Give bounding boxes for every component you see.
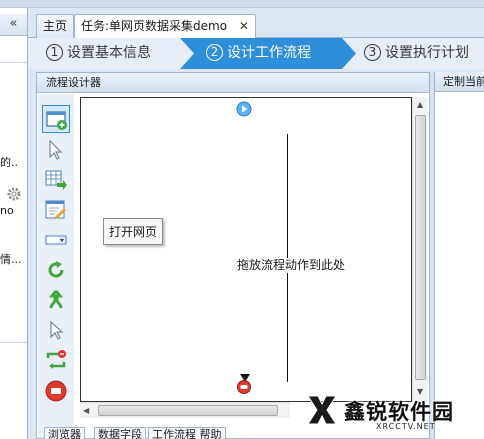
step-label: 设置执行计划 bbox=[385, 45, 469, 61]
horizontal-scrollbar[interactable]: ◀ bbox=[80, 402, 290, 418]
start-node-icon[interactable] bbox=[236, 101, 252, 117]
left-panel-divider bbox=[0, 62, 27, 63]
table-arrow-icon bbox=[45, 170, 67, 190]
left-panel-text-3[interactable]: 情... bbox=[0, 251, 27, 267]
watermark-sub: XRCCTV.NET bbox=[376, 422, 436, 431]
wizard-step-design-workflow[interactable]: 2 设计工作流程 bbox=[180, 38, 356, 69]
open-page-tool[interactable] bbox=[42, 105, 70, 133]
vertical-scroll-thumb[interactable] bbox=[415, 115, 426, 380]
left-panel-text-1[interactable]: 的.. bbox=[0, 154, 27, 170]
left-panel-divider-2 bbox=[0, 342, 27, 343]
step-label: 设计工作流程 bbox=[227, 45, 311, 61]
pointer-icon bbox=[50, 320, 64, 340]
watermark-logo-icon bbox=[307, 395, 337, 425]
loop-tool[interactable] bbox=[42, 256, 70, 284]
right-panel-title: 定制当前 bbox=[435, 72, 484, 92]
workflow-designer-panel: 流程设计器 拖放流程动作到此处 ▲ ▼ ◀ 打开网页 bbox=[36, 72, 430, 439]
top-strip bbox=[0, 0, 484, 8]
loop-icon bbox=[48, 261, 64, 278]
step-number: 2 bbox=[206, 44, 223, 61]
tab-workflow-help[interactable]: 工作流程 帮助 bbox=[148, 427, 226, 439]
tab-home[interactable]: 主页 bbox=[36, 14, 75, 38]
app-window: « 的.. no 情... 主页 任务:单网页数据采集demo ✕ 1 设置基本信… bbox=[0, 0, 484, 439]
loop-page-icon bbox=[46, 350, 66, 369]
collapse-left-panel-button[interactable]: « bbox=[0, 14, 27, 36]
dropdown-icon bbox=[45, 235, 67, 245]
input-text-tool[interactable] bbox=[42, 196, 70, 224]
extract-data-tool[interactable] bbox=[42, 166, 70, 194]
horizontal-scroll-thumb[interactable] bbox=[98, 405, 278, 416]
wizard-step-basic-info[interactable]: 1 设置基本信息 bbox=[46, 38, 151, 69]
tab-data-fields[interactable]: 数据字段 bbox=[94, 427, 146, 439]
branch-icon bbox=[48, 290, 64, 309]
right-panel: 定制当前 bbox=[434, 72, 484, 439]
tool-tooltip: 打开网页 bbox=[103, 218, 164, 245]
tab-browser[interactable]: 浏览器 bbox=[44, 427, 85, 439]
select-option-tool[interactable] bbox=[42, 226, 70, 254]
wizard-step-execution-plan[interactable]: 3 设置执行计划 bbox=[364, 38, 469, 69]
if-condition-tool[interactable] bbox=[42, 286, 70, 314]
scroll-left-icon[interactable]: ◀ bbox=[83, 406, 89, 415]
designer-title: 流程设计器 bbox=[37, 73, 429, 93]
open-page-icon bbox=[46, 111, 67, 130]
vertical-scrollbar[interactable]: ▲ ▼ bbox=[412, 97, 428, 402]
gear-icon[interactable] bbox=[6, 186, 22, 202]
drop-hint-text: 拖放流程动作到此处 bbox=[231, 258, 351, 273]
edit-form-icon bbox=[45, 200, 66, 219]
click-element-tool[interactable] bbox=[42, 136, 70, 164]
tab-home-label: 主页 bbox=[43, 19, 68, 33]
end-node-icon[interactable] bbox=[237, 380, 251, 394]
left-panel-text-2[interactable]: no bbox=[0, 204, 27, 217]
mouse-hover-tool[interactable] bbox=[42, 316, 70, 344]
step-number: 1 bbox=[46, 44, 63, 61]
close-icon[interactable]: ✕ bbox=[239, 15, 249, 37]
tab-task[interactable]: 任务:单网页数据采集demo ✕ bbox=[74, 14, 256, 39]
loop-page-tool[interactable] bbox=[42, 346, 70, 374]
wizard-steps: 1 设置基本信息 2 设计工作流程 3 设置执行计划 bbox=[28, 38, 484, 69]
cursor-icon bbox=[49, 139, 63, 160]
step-label: 设置基本信息 bbox=[67, 45, 151, 61]
workflow-canvas[interactable]: 拖放流程动作到此处 bbox=[80, 97, 412, 402]
end-loop-tool[interactable] bbox=[42, 377, 70, 405]
watermark: 鑫锐软件园 XRCCTV.NET bbox=[300, 388, 484, 439]
tab-task-label: 任务:单网页数据采集demo bbox=[81, 19, 228, 33]
stop-icon bbox=[45, 380, 67, 402]
action-toolbox bbox=[38, 94, 74, 438]
step-number: 3 bbox=[364, 44, 381, 61]
scroll-up-icon[interactable]: ▲ bbox=[417, 100, 423, 109]
left-panel: « 的.. no 情... bbox=[0, 8, 28, 439]
document-tab-bar: 主页 任务:单网页数据采集demo ✕ bbox=[28, 8, 484, 39]
